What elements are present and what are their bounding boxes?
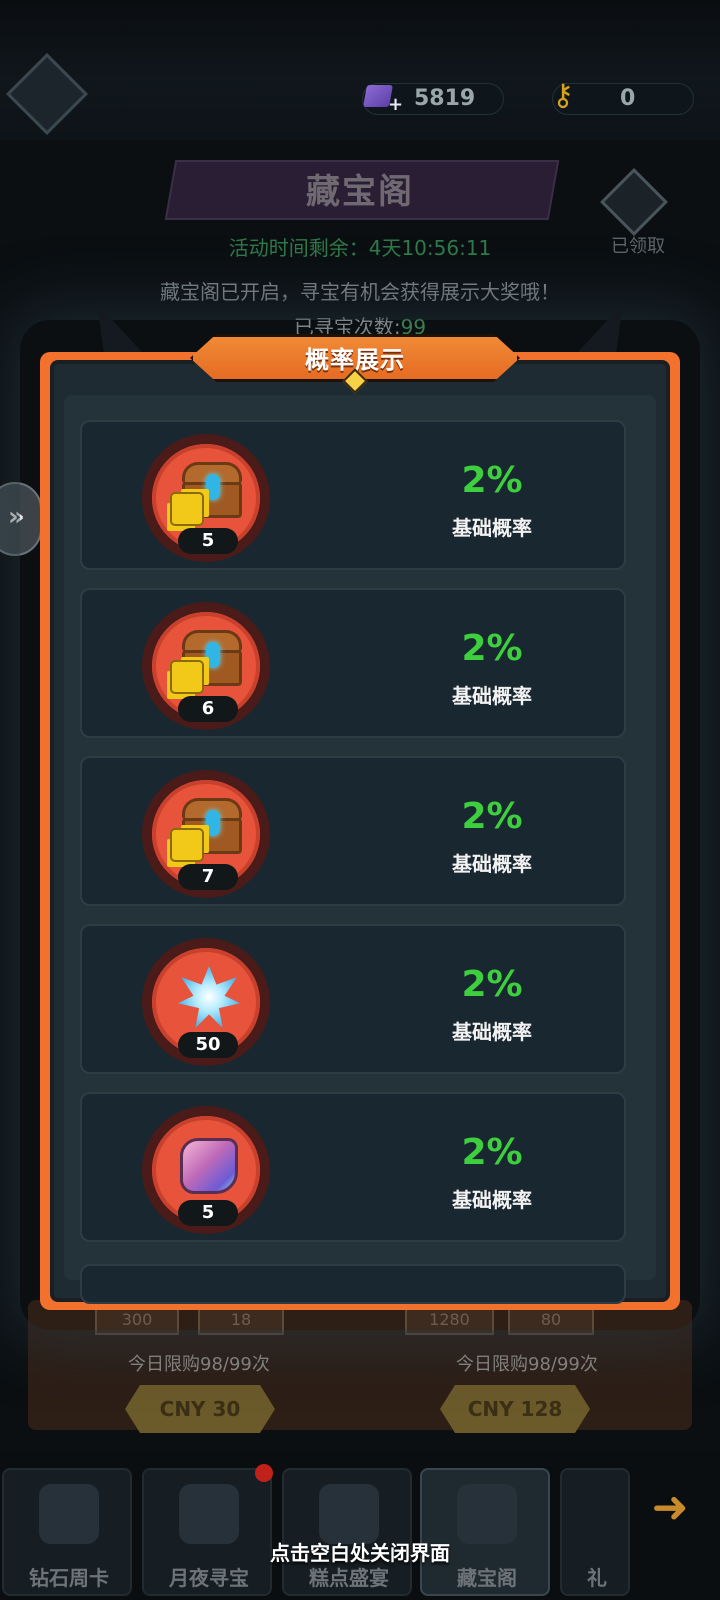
tab-moon-night-treasure[interactable]: 月夜寻宝: [142, 1468, 272, 1596]
tab-label: 礼: [587, 1566, 607, 1590]
gem-count: 5819: [414, 86, 476, 111]
notification-dot: [255, 1464, 273, 1482]
probability-percent: 2%: [461, 1132, 523, 1173]
gift-box-icon: [39, 1484, 99, 1544]
shovel-icon: [179, 1484, 239, 1544]
probability-row: 6 2% 基础概率: [80, 588, 626, 738]
reward-count: 5: [178, 1200, 238, 1226]
probability-label: 基础概率: [452, 852, 532, 876]
tab-label: 月夜寻宝: [169, 1566, 249, 1590]
tab-pastry-feast[interactable]: 糕点盛宴: [282, 1468, 412, 1596]
probability-percent: 2%: [461, 460, 523, 501]
buy-button-30[interactable]: CNY 30: [125, 1385, 275, 1433]
probability-percent: 2%: [461, 796, 523, 837]
next-arrow-icon[interactable]: ➜: [630, 1478, 710, 1538]
tab-treasure-pavilion[interactable]: 藏宝阁: [420, 1468, 550, 1596]
probability-row-partial: [80, 1264, 626, 1304]
probability-label: 基础概率: [452, 1020, 532, 1044]
key-count: 0: [620, 86, 636, 111]
tab-label: 糕点盛宴: [309, 1566, 389, 1590]
top-bar: [0, 0, 720, 140]
buy-button-128[interactable]: CNY 128: [440, 1385, 590, 1433]
probability-row: 50 2% 基础概率: [80, 924, 626, 1074]
probability-row: 7 2% 基础概率: [80, 756, 626, 906]
tab-gift-partial[interactable]: 礼: [560, 1468, 630, 1596]
pastry-icon: [319, 1484, 379, 1544]
probability-label: 基础概率: [452, 1188, 532, 1212]
key-icon: ⚷: [552, 78, 574, 113]
probability-label: 基础概率: [452, 684, 532, 708]
crown-icon: [457, 1484, 517, 1544]
reward-count: 5: [178, 528, 238, 554]
modal-header: 概率展示: [190, 334, 520, 394]
probability-percent: 2%: [461, 964, 523, 1005]
puzzle-piece-icon: [170, 492, 204, 526]
claimed-label: 已领取: [611, 236, 665, 257]
probability-row: 5 2% 基础概率: [80, 1092, 626, 1242]
tab-diamond-weekly-card[interactable]: 钻石周卡: [2, 1468, 132, 1596]
puzzle-piece-icon: [170, 660, 204, 694]
probability-label: 基础概率: [452, 516, 532, 540]
tab-label: 藏宝阁: [457, 1566, 517, 1590]
pink-ore-icon: [180, 1138, 238, 1194]
probability-percent: 2%: [461, 628, 523, 669]
probability-row: 5 2% 基础概率: [80, 420, 626, 570]
close-hint[interactable]: 点击空白处关闭界面: [0, 1537, 720, 1566]
tab-label: 钻石周卡: [29, 1566, 109, 1590]
reward-count: 7: [178, 864, 238, 890]
puzzle-piece-icon: [170, 828, 204, 862]
reward-count: 6: [178, 696, 238, 722]
purchase-limit-right: 今日限购98/99次: [456, 1354, 598, 1375]
reward-count: 50: [178, 1032, 238, 1058]
purchase-limit-left: 今日限购98/99次: [128, 1354, 270, 1375]
add-gems-icon[interactable]: +: [388, 96, 406, 114]
